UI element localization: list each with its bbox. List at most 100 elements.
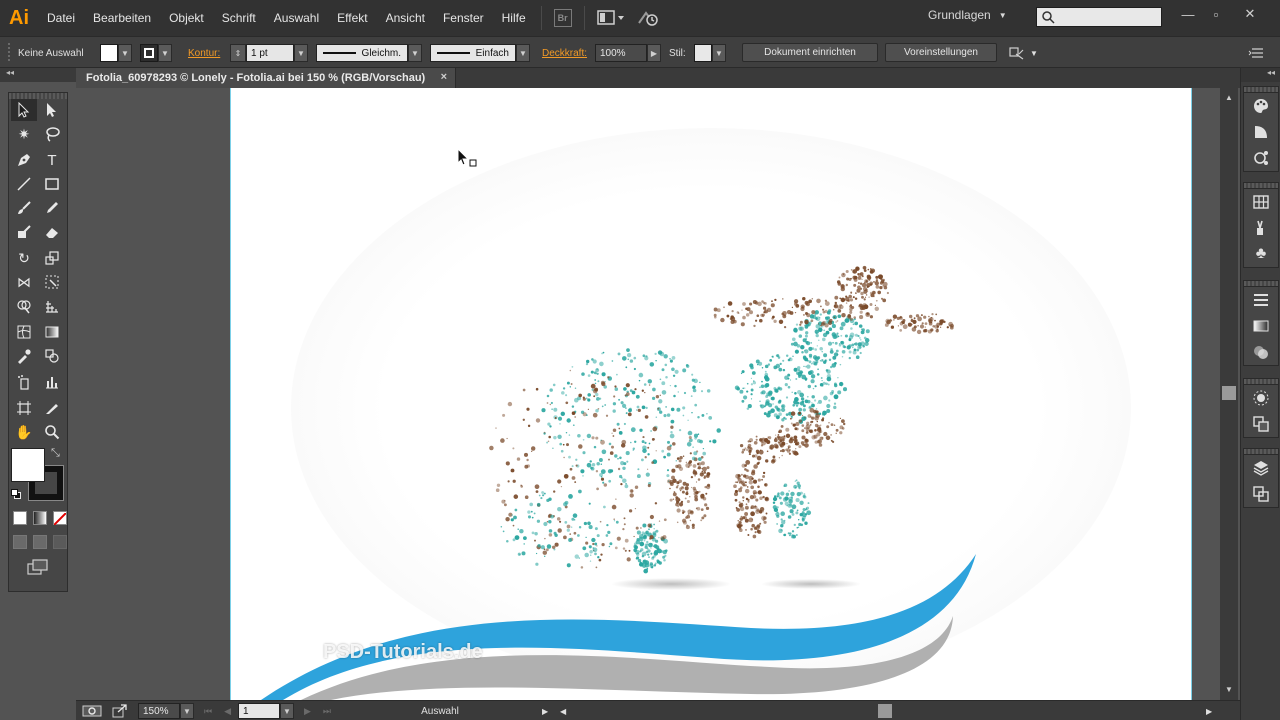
blend-tool[interactable] bbox=[39, 345, 65, 367]
zoom-control[interactable]: 150% ▼ bbox=[138, 703, 194, 719]
gradient-tool[interactable] bbox=[39, 321, 65, 343]
appearance-panel-button[interactable] bbox=[1244, 385, 1278, 411]
stroke-weight-control[interactable]: ⇕ 1 pt ▼ bbox=[230, 43, 308, 63]
paintbrush-tool[interactable] bbox=[11, 197, 37, 219]
document-setup-button[interactable]: Dokument einrichten bbox=[742, 43, 878, 62]
zoom-tool[interactable] bbox=[39, 421, 65, 443]
chevron-down-icon[interactable]: ▼ bbox=[280, 703, 294, 719]
slice-tool[interactable] bbox=[39, 397, 65, 419]
menu-schrift[interactable]: Schrift bbox=[213, 0, 265, 36]
perspective-grid-tool[interactable] bbox=[39, 295, 65, 317]
swap-colors-icon[interactable]: ⤡ bbox=[51, 447, 60, 460]
color-mode-button[interactable] bbox=[13, 511, 27, 525]
variable-width-profile[interactable]: Gleichm. bbox=[316, 44, 408, 62]
stepper-icon[interactable]: ⇕ bbox=[230, 44, 246, 62]
kuler-button[interactable] bbox=[1244, 145, 1278, 171]
draw-inside-button[interactable] bbox=[53, 535, 67, 549]
chevron-down-icon[interactable]: ▼ bbox=[294, 44, 308, 62]
type-tool[interactable]: T bbox=[39, 149, 65, 171]
brush-definition-control[interactable]: Einfach ▼ bbox=[430, 43, 530, 63]
symbol-sprayer-tool[interactable] bbox=[11, 371, 37, 393]
dock-expand-icon[interactable]: ◂◂ bbox=[1241, 68, 1280, 82]
transparency-panel-button[interactable] bbox=[1244, 339, 1278, 365]
draw-behind-button[interactable] bbox=[33, 535, 47, 549]
menu-bearbeiten[interactable]: Bearbeiten bbox=[84, 0, 160, 36]
scroll-down-icon[interactable]: ▼ bbox=[1220, 682, 1238, 696]
horizontal-scroll-thumb[interactable] bbox=[878, 704, 892, 718]
menu-ansicht[interactable]: Ansicht bbox=[377, 0, 434, 36]
column-graph-tool[interactable] bbox=[39, 371, 65, 393]
first-artboard-icon[interactable]: ⏮ bbox=[204, 706, 212, 717]
shape-builder-tool[interactable] bbox=[11, 295, 37, 317]
brush-definition[interactable]: Einfach bbox=[430, 44, 516, 62]
menu-fenster[interactable]: Fenster bbox=[434, 0, 493, 36]
arrange-documents-icon[interactable] bbox=[596, 8, 625, 28]
stroke-swatch[interactable] bbox=[140, 44, 158, 62]
artboard-nav-next[interactable]: ▶ ⏭ bbox=[304, 703, 331, 719]
mesh-tool[interactable] bbox=[11, 321, 37, 343]
scale-tool[interactable] bbox=[39, 247, 65, 269]
fill-swatch[interactable] bbox=[100, 44, 118, 62]
chevron-down-icon[interactable]: ▼ bbox=[516, 44, 530, 62]
next-artboard-icon[interactable]: ▶ bbox=[304, 706, 311, 717]
graphic-style-swatch[interactable] bbox=[694, 44, 712, 62]
rotate-tool[interactable]: ↻ bbox=[11, 247, 37, 269]
layers-panel-button[interactable] bbox=[1244, 455, 1278, 481]
workspace-switcher[interactable]: Grundlagen ▼ bbox=[928, 8, 1007, 22]
artboard-number-field[interactable]: 1 bbox=[238, 703, 280, 719]
fill-color-control[interactable]: ▼ bbox=[100, 43, 132, 63]
scroll-left-icon[interactable]: ◀ bbox=[560, 703, 566, 719]
opacity-field[interactable]: 100% bbox=[595, 44, 647, 62]
chevron-down-icon[interactable]: ▼ bbox=[180, 703, 194, 719]
vertical-scrollbar[interactable]: ▲ ▼ bbox=[1220, 88, 1238, 700]
control-bar-grip[interactable] bbox=[8, 43, 10, 63]
opacity-control[interactable]: 100% ▶ bbox=[595, 43, 661, 63]
stroke-weight-field[interactable]: 1 pt bbox=[246, 44, 294, 62]
last-artboard-icon[interactable]: ⏭ bbox=[323, 706, 331, 717]
share-for-review-button[interactable] bbox=[112, 703, 128, 719]
artboard-number-control[interactable]: 1 ▼ bbox=[238, 703, 294, 719]
color-guide-button[interactable] bbox=[1244, 119, 1278, 145]
scroll-up-icon[interactable]: ▲ bbox=[1220, 90, 1238, 104]
width-tool[interactable]: ⋈ bbox=[11, 271, 37, 293]
bridge-icon[interactable]: Br bbox=[553, 9, 572, 27]
previous-artboard-icon[interactable]: ◀ bbox=[224, 706, 231, 717]
rectangle-tool[interactable] bbox=[39, 173, 65, 195]
direct-selection-tool[interactable] bbox=[39, 99, 65, 121]
stroke-color-control[interactable]: ▼ bbox=[140, 43, 172, 63]
gradient-panel-button[interactable] bbox=[1244, 313, 1278, 339]
swatches-panel-button[interactable] bbox=[1244, 189, 1278, 215]
zoom-level-field[interactable]: 150% bbox=[138, 703, 180, 719]
menu-objekt[interactable]: Objekt bbox=[160, 0, 213, 36]
gradient-mode-button[interactable] bbox=[33, 511, 47, 525]
selection-tool[interactable] bbox=[11, 99, 37, 121]
magic-wand-tool[interactable]: ✷ bbox=[11, 123, 37, 145]
menu-effekt[interactable]: Effekt bbox=[328, 0, 376, 36]
panel-menu-icon[interactable] bbox=[1248, 43, 1264, 63]
hand-tool[interactable]: ✋ bbox=[11, 421, 37, 443]
brushes-panel-button[interactable] bbox=[1244, 215, 1278, 241]
scroll-right-icon[interactable]: ▶ bbox=[1206, 703, 1212, 719]
pencil-tool[interactable] bbox=[39, 197, 65, 219]
document-tab[interactable]: Fotolia_60978293 © Lonely - Fotolia.ai b… bbox=[76, 68, 456, 88]
help-search-input[interactable] bbox=[1036, 7, 1162, 27]
close-icon[interactable]: × bbox=[441, 71, 447, 83]
free-transform-tool[interactable] bbox=[39, 271, 65, 293]
lasso-tool[interactable] bbox=[39, 123, 65, 145]
menu-hilfe[interactable]: Hilfe bbox=[493, 0, 535, 36]
isolation-mode-control[interactable]: ▼ bbox=[1008, 43, 1038, 63]
chevron-down-icon[interactable]: ▼ bbox=[118, 44, 132, 62]
artboards-panel-button[interactable] bbox=[1244, 481, 1278, 507]
artboard[interactable]: PSD-Tutorials.de bbox=[230, 88, 1192, 700]
pen-tool[interactable] bbox=[11, 149, 37, 171]
toolbar-collapse-icon[interactable]: ◂◂ bbox=[0, 68, 76, 82]
draw-normal-button[interactable] bbox=[13, 535, 27, 549]
menu-datei[interactable]: Datei bbox=[38, 0, 84, 36]
none-mode-button[interactable] bbox=[53, 511, 67, 526]
status-menu-button[interactable] bbox=[82, 703, 102, 719]
eyedropper-tool[interactable] bbox=[11, 345, 37, 367]
graphic-style-control[interactable]: ▼ bbox=[694, 43, 726, 63]
vertical-scroll-thumb[interactable] bbox=[1222, 386, 1236, 400]
maximize-button[interactable]: ▫ bbox=[1202, 4, 1230, 24]
line-segment-tool[interactable] bbox=[11, 173, 37, 195]
